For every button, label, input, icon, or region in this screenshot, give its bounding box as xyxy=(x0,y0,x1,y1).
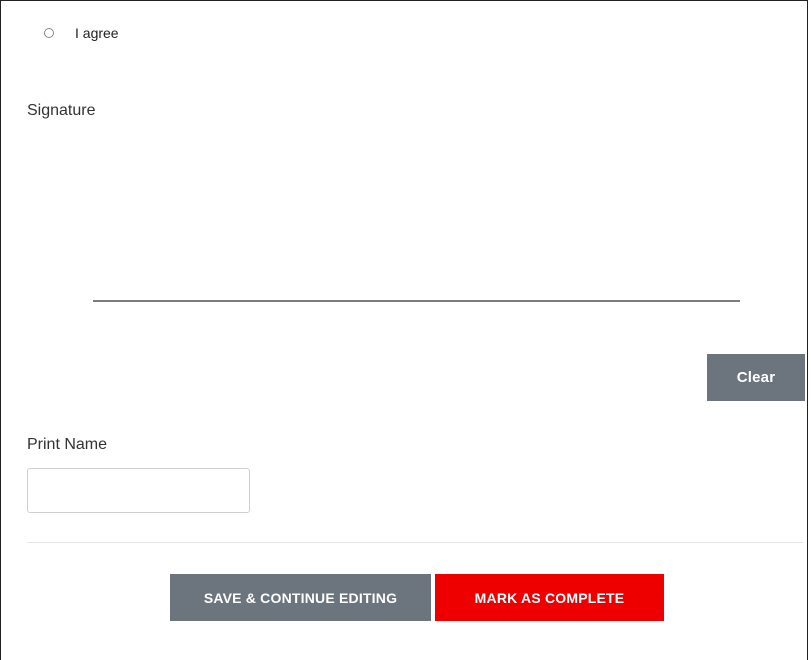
form-divider xyxy=(27,542,803,543)
print-name-label: Print Name xyxy=(27,436,108,453)
save-continue-button[interactable]: SAVE & CONTINUE EDITING xyxy=(170,574,431,621)
agree-label: I agree xyxy=(75,25,119,41)
mark-complete-button[interactable]: MARK AS COMPLETE xyxy=(435,574,664,621)
print-name-input[interactable] xyxy=(27,468,250,513)
signature-label: Signature xyxy=(27,102,96,119)
clear-signature-button[interactable]: Clear xyxy=(707,354,805,401)
agree-option[interactable]: I agree xyxy=(44,25,119,41)
signature-baseline xyxy=(93,300,740,302)
form-panel xyxy=(0,0,808,660)
agree-radio[interactable] xyxy=(44,28,54,38)
